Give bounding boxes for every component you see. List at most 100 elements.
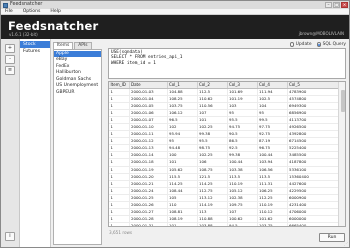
table-cell: 90.5 xyxy=(227,130,258,139)
user-label: jbrown@MOBOLIVLAIN xyxy=(298,31,344,36)
table-cell: 106.12 xyxy=(167,109,198,117)
table-cell: 101 xyxy=(197,116,228,124)
table-row[interactable]: 1 2000-01-10 102 102.25 94.75 97.75 4926500 xyxy=(109,123,340,132)
table-cell: 107 xyxy=(227,208,258,217)
table-cell: 106.25 xyxy=(257,187,288,195)
table-cell: 101 xyxy=(167,222,198,226)
table-row[interactable]: 1 2000-01-12 95 95.5 86.5 87.19 6714500 xyxy=(109,137,340,146)
table-row[interactable]: 1 2000-01-05 103.75 110.56 103 104 6949300 xyxy=(109,102,340,110)
table-cell: 110.19 xyxy=(257,201,288,210)
table-cell: 101.69 xyxy=(227,88,258,96)
table-cell: 15360400 xyxy=(287,173,340,181)
table-cell: 6714500 xyxy=(287,137,340,146)
table-cell: 106.56 xyxy=(257,166,288,174)
table-cell: 103.75 xyxy=(167,102,198,110)
table-cell: 104.88 xyxy=(167,88,198,96)
table-cell: 108.75 xyxy=(197,166,228,174)
table-cell: 2000-01-13 xyxy=(129,144,168,153)
table-cell: 112.5 xyxy=(197,88,228,96)
table-row[interactable]: 1 2000-01-13 94.48 98.75 92.5 96.75 5225400 xyxy=(109,144,340,153)
table-cell: 112.25 xyxy=(257,194,288,203)
table-cell: 92.75 xyxy=(257,130,288,139)
table-cell: 2000-01-10 xyxy=(129,123,168,132)
table-row[interactable]: 1 2000-01-31 101 103.88 94.5 103.75 6665400 xyxy=(109,222,340,226)
close-icon[interactable]: × xyxy=(341,2,348,8)
table-row[interactable]: 1 2000-01-19 105.62 108.75 103.38 106.56 53361… xyxy=(109,166,340,174)
table-cell: 94.5 xyxy=(227,222,258,226)
mode-update[interactable]: Update xyxy=(289,42,312,47)
table-row[interactable]: 1 2000-01-14 100 102.25 99.38 100.44 3485500 xyxy=(109,151,340,160)
category-list: Stock Futures xyxy=(20,39,51,247)
list-icon[interactable]: ≡ xyxy=(5,66,15,75)
table-cell: 2000-01-26 xyxy=(129,201,168,210)
table-cell: 101.19 xyxy=(227,95,258,103)
table-row[interactable]: 1 2000-01-21 114.25 114.25 110.19 111.31 44276… xyxy=(109,180,340,188)
table-cell: 100 xyxy=(167,151,198,160)
table-cell: 108.44 xyxy=(167,187,198,195)
results-grid: Item_ID Date Col_1 Col_2 Col_3 Col_4 Col… xyxy=(108,81,346,227)
table-cell: 108.25 xyxy=(167,95,198,103)
table-cell: 110.62 xyxy=(197,95,228,103)
vertical-scrollbar[interactable] xyxy=(338,82,345,226)
sql-line: WHERE item_id = 1 xyxy=(111,60,156,66)
resize-grip-icon[interactable]: ⋰ xyxy=(344,241,348,246)
maximize-icon[interactable]: □ xyxy=(333,2,340,8)
table-row[interactable]: 1 2000-01-07 96.5 101 95.5 99.5 4113700 xyxy=(109,116,340,124)
table-cell: 2000-01-11 xyxy=(129,130,168,139)
table-row[interactable]: 1 2000-01-26 110 114.19 109.75 110.19 4231400 xyxy=(109,201,340,210)
table-cell: 86.5 xyxy=(227,137,258,146)
table-cell: 105.12 xyxy=(227,187,258,195)
table-cell: 114.25 xyxy=(167,180,198,188)
table-cell: 2000-01-05 xyxy=(129,102,168,110)
table-cell: 102.38 xyxy=(227,194,258,203)
list-item[interactable]: US Unemployment xyxy=(54,83,101,90)
sql-query-editor[interactable]: USE(sqndata) SELECT * FROM entries_api_1… xyxy=(108,48,346,79)
sql-query-radio[interactable] xyxy=(316,42,322,47)
list-item[interactable]: GBPEUR xyxy=(54,90,101,97)
table-cell: 2000-01-19 xyxy=(129,166,168,174)
run-button[interactable]: Run xyxy=(319,233,345,242)
menu-file[interactable]: File xyxy=(5,9,13,14)
info-icon[interactable]: i xyxy=(5,232,15,241)
table-row[interactable]: 1 2000-01-06 106.12 107 95 95 6856900 xyxy=(109,109,340,117)
window-controls: – □ × xyxy=(325,2,348,8)
table-row[interactable]: 1 2000-01-11 95.94 99.38 90.5 92.75 4392800 xyxy=(109,130,340,139)
scrollbar-thumb[interactable] xyxy=(340,90,345,112)
table-cell: 6949300 xyxy=(287,102,340,110)
table-row[interactable]: 1 2000-01-03 104.88 112.5 101.69 111.94 478390… xyxy=(109,88,340,96)
mode-selector: Update SQL Query xyxy=(289,42,346,47)
category-item-futures[interactable]: Futures xyxy=(20,48,50,55)
table-row[interactable]: 1 2000-01-25 105 113.12 102.38 112.25 6000900 xyxy=(109,194,340,203)
table-cell: 1 xyxy=(109,194,130,203)
table-row[interactable]: 1 2000-01-24 108.44 112.75 105.12 106.25 42295… xyxy=(109,187,340,195)
menu-help[interactable]: Help xyxy=(50,9,60,14)
table-cell: 5225400 xyxy=(287,144,340,153)
table-cell: 2000-01-14 xyxy=(129,151,168,160)
results-table: Item_ID Date Col_1 Col_2 Col_3 Col_4 Col… xyxy=(109,82,340,226)
update-radio[interactable] xyxy=(289,42,295,47)
menu-options[interactable]: Options xyxy=(23,9,41,14)
table-cell: 97.75 xyxy=(257,123,288,132)
category-item-stock[interactable]: Stock xyxy=(20,41,50,48)
table-cell: 2000-01-21 xyxy=(129,180,168,188)
table-cell: 108.81 xyxy=(167,208,198,217)
table-row[interactable]: 1 2000-01-18 101 106 100.44 103.94 4187800 xyxy=(109,158,340,167)
table-cell: 105 xyxy=(167,194,198,203)
table-row[interactable]: 1 2000-01-28 108.19 110.88 100.62 101.62 60000… xyxy=(109,215,340,224)
minimize-icon[interactable]: – xyxy=(325,2,332,8)
table-row[interactable]: 1 2000-01-04 108.25 110.62 101.19 102.5 457480… xyxy=(109,95,340,103)
table-cell: 105.62 xyxy=(167,166,198,174)
mode-sql-query[interactable]: SQL Query xyxy=(316,42,346,47)
app-header: Feedsnatcher v1.6.1 (32-bit) jbrown@MOBO… xyxy=(1,15,349,39)
table-cell: 107 xyxy=(197,109,228,117)
version-label: v1.6.1 (32-bit) xyxy=(9,31,38,37)
add-icon[interactable]: + xyxy=(5,44,15,53)
table-cell: 111.31 xyxy=(257,180,288,188)
remove-icon[interactable]: - xyxy=(5,55,15,64)
table-row[interactable]: 1 2000-01-27 108.81 113 107 110.12 4706000 xyxy=(109,208,340,217)
title-bar[interactable]: Feedsnatcher – □ × xyxy=(1,1,349,9)
table-cell: 6000000 xyxy=(287,215,340,224)
table-row[interactable]: 1 2000-01-20 115.5 121.5 113.5 113.5 15360400 xyxy=(109,173,340,181)
table-cell: 1 xyxy=(109,201,130,210)
table-cell: 2000-01-03 xyxy=(129,88,168,96)
